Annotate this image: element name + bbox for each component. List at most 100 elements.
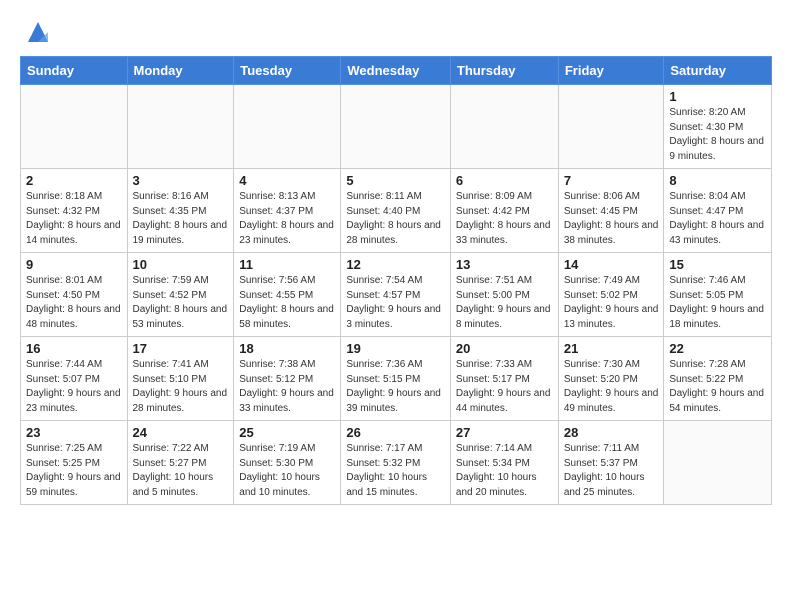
day-number: 2 [26,173,122,188]
calendar-cell: 27 Sunrise: 7:14 AM Sunset: 5:34 PM Dayli… [450,421,558,505]
day-info: Sunrise: 8:20 AM Sunset: 4:30 PM Dayligh… [669,106,766,164]
week-row-3: 9 Sunrise: 8:01 AM Sunset: 4:50 PM Daylig… [21,253,772,337]
day-number: 11 [239,257,335,272]
week-row-1: 1 Sunrise: 8:20 AM Sunset: 4:30 PM Daylig… [21,85,772,169]
day-info: Sunrise: 7:22 AM Sunset: 5:27 PM Dayligh… [133,442,229,500]
weekday-header-wednesday: Wednesday [341,57,451,85]
calendar-cell: 15 Sunrise: 7:46 AM Sunset: 5:05 PM Dayli… [664,253,772,337]
day-info: Sunrise: 7:59 AM Sunset: 4:52 PM Dayligh… [133,274,229,332]
day-number: 14 [564,257,659,272]
weekday-header-friday: Friday [558,57,664,85]
day-info: Sunrise: 7:17 AM Sunset: 5:32 PM Dayligh… [346,442,445,500]
day-info: Sunrise: 7:19 AM Sunset: 5:30 PM Dayligh… [239,442,335,500]
calendar-cell: 16Sunrise: 7:44 AM Sunset: 5:07 PM Dayli… [21,337,128,421]
weekday-header-monday: Monday [127,57,234,85]
calendar-cell: 17 Sunrise: 7:41 AM Sunset: 5:10 PM Dayli… [127,337,234,421]
day-info: Sunrise: 8:06 AM Sunset: 4:45 PM Dayligh… [564,190,659,248]
day-info: Sunrise: 8:16 AM Sunset: 4:35 PM Dayligh… [133,190,229,248]
calendar-cell [127,85,234,169]
day-number: 8 [669,173,766,188]
day-number: 17 [133,341,229,356]
day-number: 1 [669,89,766,104]
day-info: Sunrise: 8:01 AM Sunset: 4:50 PM Dayligh… [26,274,122,332]
day-number: 28 [564,425,659,440]
calendar-cell: 11 Sunrise: 7:56 AM Sunset: 4:55 PM Dayli… [234,253,341,337]
logo [20,18,52,48]
day-info: Sunrise: 7:33 AM Sunset: 5:17 PM Dayligh… [456,358,553,416]
day-number: 16 [26,341,122,356]
calendar-cell: 10Sunrise: 7:59 AM Sunset: 4:52 PM Dayli… [127,253,234,337]
weekday-header-tuesday: Tuesday [234,57,341,85]
day-number: 12 [346,257,445,272]
day-number: 21 [564,341,659,356]
day-info: Sunrise: 7:14 AM Sunset: 5:34 PM Dayligh… [456,442,553,500]
calendar-cell [21,85,128,169]
day-number: 27 [456,425,553,440]
day-info: Sunrise: 7:46 AM Sunset: 5:05 PM Dayligh… [669,274,766,332]
calendar-cell: 2 Sunrise: 8:18 AM Sunset: 4:32 PM Daylig… [21,169,128,253]
calendar-cell [558,85,664,169]
day-number: 22 [669,341,766,356]
calendar-cell: 21 Sunrise: 7:30 AM Sunset: 5:20 PM Dayli… [558,337,664,421]
day-number: 24 [133,425,229,440]
day-info: Sunrise: 7:54 AM Sunset: 4:57 PM Dayligh… [346,274,445,332]
calendar-cell: 4 Sunrise: 8:13 AM Sunset: 4:37 PM Daylig… [234,169,341,253]
calendar-cell: 22 Sunrise: 7:28 AM Sunset: 5:22 PM Dayli… [664,337,772,421]
calendar-cell: 8 Sunrise: 8:04 AM Sunset: 4:47 PM Daylig… [664,169,772,253]
day-info: Sunrise: 7:51 AM Sunset: 5:00 PM Dayligh… [456,274,553,332]
calendar: SundayMondayTuesdayWednesdayThursdayFrid… [20,56,772,505]
calendar-cell: 7 Sunrise: 8:06 AM Sunset: 4:45 PM Daylig… [558,169,664,253]
calendar-cell: 3 Sunrise: 8:16 AM Sunset: 4:35 PM Daylig… [127,169,234,253]
day-number: 19 [346,341,445,356]
header [20,18,772,48]
day-info: Sunrise: 7:28 AM Sunset: 5:22 PM Dayligh… [669,358,766,416]
weekday-header-thursday: Thursday [450,57,558,85]
calendar-cell: 23Sunrise: 7:25 AM Sunset: 5:25 PM Dayli… [21,421,128,505]
calendar-cell: 20 Sunrise: 7:33 AM Sunset: 5:17 PM Dayli… [450,337,558,421]
calendar-cell [234,85,341,169]
day-number: 9 [26,257,122,272]
calendar-cell: 6Sunrise: 8:09 AM Sunset: 4:42 PM Daylig… [450,169,558,253]
calendar-cell: 25 Sunrise: 7:19 AM Sunset: 5:30 PM Dayli… [234,421,341,505]
calendar-cell: 19 Sunrise: 7:36 AM Sunset: 5:15 PM Dayli… [341,337,451,421]
week-row-2: 2 Sunrise: 8:18 AM Sunset: 4:32 PM Daylig… [21,169,772,253]
calendar-cell: 26 Sunrise: 7:17 AM Sunset: 5:32 PM Dayli… [341,421,451,505]
day-number: 13 [456,257,553,272]
week-row-5: 23Sunrise: 7:25 AM Sunset: 5:25 PM Dayli… [21,421,772,505]
calendar-cell: 18 Sunrise: 7:38 AM Sunset: 5:12 PM Dayli… [234,337,341,421]
weekday-header-saturday: Saturday [664,57,772,85]
day-number: 20 [456,341,553,356]
day-info: Sunrise: 7:36 AM Sunset: 5:15 PM Dayligh… [346,358,445,416]
day-info: Sunrise: 7:38 AM Sunset: 5:12 PM Dayligh… [239,358,335,416]
page: SundayMondayTuesdayWednesdayThursdayFrid… [0,0,792,523]
calendar-cell: 24 Sunrise: 7:22 AM Sunset: 5:27 PM Dayli… [127,421,234,505]
day-info: Sunrise: 7:41 AM Sunset: 5:10 PM Dayligh… [133,358,229,416]
calendar-cell: 1 Sunrise: 8:20 AM Sunset: 4:30 PM Daylig… [664,85,772,169]
calendar-cell: 14 Sunrise: 7:49 AM Sunset: 5:02 PM Dayli… [558,253,664,337]
day-number: 7 [564,173,659,188]
calendar-cell [450,85,558,169]
weekday-header-row: SundayMondayTuesdayWednesdayThursdayFrid… [21,57,772,85]
calendar-cell: 28 Sunrise: 7:11 AM Sunset: 5:37 PM Dayli… [558,421,664,505]
day-info: Sunrise: 7:11 AM Sunset: 5:37 PM Dayligh… [564,442,659,500]
day-info: Sunrise: 8:18 AM Sunset: 4:32 PM Dayligh… [26,190,122,248]
day-number: 18 [239,341,335,356]
day-info: Sunrise: 8:04 AM Sunset: 4:47 PM Dayligh… [669,190,766,248]
day-info: Sunrise: 7:49 AM Sunset: 5:02 PM Dayligh… [564,274,659,332]
day-info: Sunrise: 8:09 AM Sunset: 4:42 PM Dayligh… [456,190,553,248]
day-info: Sunrise: 7:30 AM Sunset: 5:20 PM Dayligh… [564,358,659,416]
weekday-header-sunday: Sunday [21,57,128,85]
day-info: Sunrise: 7:25 AM Sunset: 5:25 PM Dayligh… [26,442,122,500]
day-number: 3 [133,173,229,188]
day-number: 26 [346,425,445,440]
day-number: 15 [669,257,766,272]
day-number: 4 [239,173,335,188]
day-number: 25 [239,425,335,440]
day-number: 5 [346,173,445,188]
week-row-4: 16Sunrise: 7:44 AM Sunset: 5:07 PM Dayli… [21,337,772,421]
calendar-cell [341,85,451,169]
calendar-cell [664,421,772,505]
day-info: Sunrise: 7:56 AM Sunset: 4:55 PM Dayligh… [239,274,335,332]
calendar-cell: 9 Sunrise: 8:01 AM Sunset: 4:50 PM Daylig… [21,253,128,337]
day-info: Sunrise: 8:13 AM Sunset: 4:37 PM Dayligh… [239,190,335,248]
